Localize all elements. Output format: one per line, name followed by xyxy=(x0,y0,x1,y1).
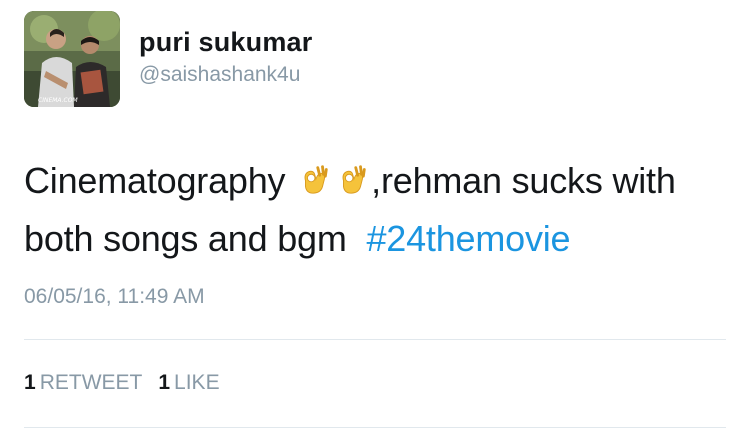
tweet-text: Cinematography ,rehman sucks with both s… xyxy=(24,152,729,268)
divider xyxy=(24,339,726,340)
user-display-name[interactable]: puri sukumar xyxy=(139,27,312,58)
ok-hand-icon xyxy=(342,165,366,194)
hashtag-link[interactable]: #24themovie xyxy=(366,218,570,259)
divider xyxy=(24,427,726,428)
retweet-stat[interactable]: 1 RETWEET xyxy=(24,371,142,395)
ok-hand-icon xyxy=(304,165,328,194)
like-count: 1 xyxy=(158,371,171,394)
user-handle[interactable]: @saishashank4u xyxy=(139,63,300,87)
avatar[interactable]: CINEMA.COM xyxy=(24,11,120,107)
like-stat[interactable]: 1 LIKE xyxy=(158,371,219,395)
like-label: LIKE xyxy=(174,371,220,394)
avatar-image: CINEMA.COM xyxy=(24,11,120,107)
tweet-timestamp[interactable]: 06/05/16, 11:49 AM xyxy=(24,285,205,309)
tweet-stats: 1 RETWEET 1 LIKE xyxy=(24,371,236,395)
retweet-count: 1 xyxy=(24,371,36,394)
avatar-watermark: CINEMA.COM xyxy=(38,97,78,104)
tweet-text-part1: Cinematography xyxy=(24,160,296,201)
tweet-card: CINEMA.COM puri sukumar @saishashank4u C… xyxy=(0,0,750,436)
retweet-label: RETWEET xyxy=(39,371,143,394)
